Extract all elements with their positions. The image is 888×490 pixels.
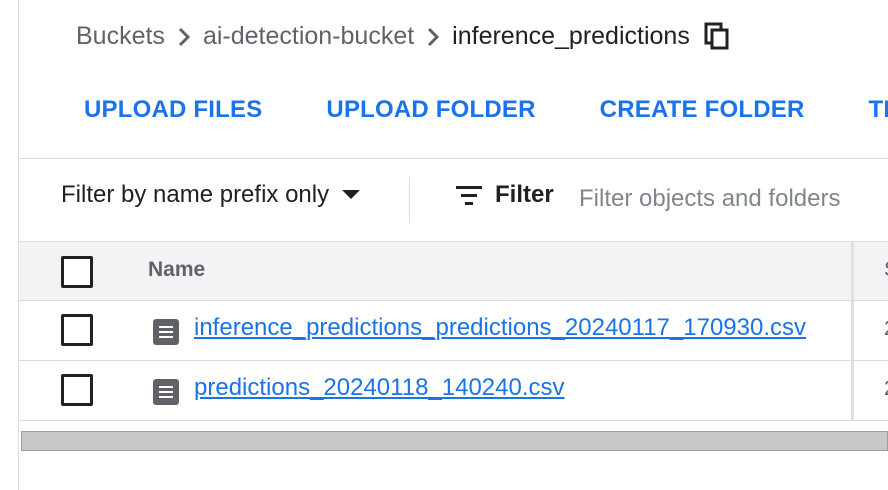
column-header-name[interactable]: Name (148, 258, 205, 282)
transfer-data-button[interactable]: TRA (869, 96, 888, 124)
chevron-right-icon (165, 22, 203, 51)
file-link[interactable]: inference_predictions_predictions_202401… (194, 314, 820, 342)
table-row: predictions_20240118_140240.csv 2 (19, 361, 888, 421)
breadcrumb: Buckets ai-detection-bucket inference_pr… (76, 14, 730, 58)
file-icon (152, 378, 180, 411)
breadcrumb-bucket[interactable]: ai-detection-bucket (203, 22, 414, 51)
filter-mode-label: Filter by name prefix only (61, 181, 330, 208)
breadcrumb-buckets[interactable]: Buckets (76, 22, 165, 51)
caret-down-icon (341, 189, 361, 201)
table-row: inference_predictions_predictions_202401… (19, 301, 888, 361)
filter-mode-select[interactable]: Filter by name prefix only (61, 181, 361, 209)
table-header: Name S (19, 241, 888, 301)
size-cell: 2 (884, 317, 888, 341)
copy-icon[interactable] (704, 22, 730, 50)
horizontal-scrollbar[interactable] (21, 431, 888, 451)
upload-files-button[interactable]: UPLOAD FILES (84, 96, 262, 124)
column-divider (851, 301, 854, 360)
filter-button[interactable]: Filter (455, 181, 554, 209)
objects-table: Name S inference_predictions_predictions… (19, 241, 888, 421)
file-icon (152, 318, 180, 351)
filter-bar: Filter by name prefix only Filter (19, 159, 888, 241)
filter-input[interactable] (579, 179, 888, 219)
filter-list-icon (456, 186, 482, 205)
action-toolbar: UPLOAD FILES UPLOAD FOLDER CREATE FOLDER… (84, 88, 888, 132)
chevron-right-icon (414, 22, 452, 51)
column-divider (851, 361, 854, 420)
row-checkbox[interactable] (61, 374, 93, 406)
storage-bucket-browser: Buckets ai-detection-bucket inference_pr… (0, 0, 888, 490)
column-resize-handle[interactable] (851, 242, 854, 300)
create-folder-button[interactable]: CREATE FOLDER (600, 96, 805, 124)
select-all-checkbox[interactable] (61, 256, 93, 288)
row-checkbox[interactable] (61, 314, 93, 346)
column-header-size[interactable]: S (884, 258, 888, 282)
breadcrumb-current-folder: inference_predictions (452, 21, 690, 50)
file-link[interactable]: predictions_20240118_140240.csv (194, 374, 565, 402)
size-cell: 2 (884, 377, 888, 401)
filter-divider (409, 177, 410, 223)
upload-folder-button[interactable]: UPLOAD FOLDER (326, 96, 535, 124)
filter-label: Filter (495, 181, 554, 208)
